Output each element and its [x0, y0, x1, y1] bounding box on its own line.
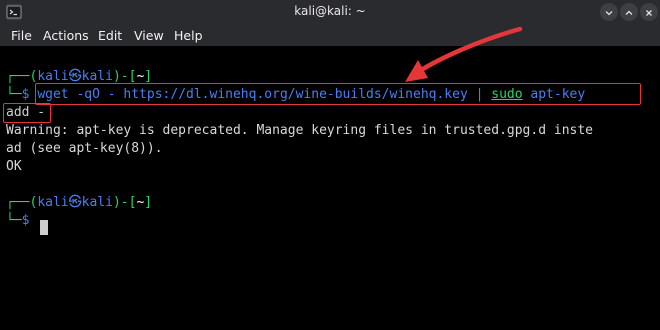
maximize-button[interactable]	[620, 3, 638, 21]
menu-bar: File Actions Edit View Help	[0, 24, 660, 46]
output-line: ad (see apt-key(8)).	[6, 141, 163, 156]
terminal-window: kali@kali: ~ File Actions Edit View Help…	[0, 0, 660, 330]
close-button[interactable]	[640, 3, 658, 21]
minimize-icon	[604, 3, 614, 22]
terminal-area[interactable]: ┌──(kali㉿kali)-[~] └─$ wget -qO - https:…	[0, 46, 660, 330]
close-icon	[644, 3, 654, 22]
prompt-header: ┌──(kali㉿kali)-[~]	[6, 195, 153, 210]
menu-edit[interactable]: Edit	[98, 28, 122, 43]
title-bar[interactable]: kali@kali: ~	[0, 0, 660, 24]
menu-file[interactable]: File	[11, 28, 32, 43]
menu-help[interactable]: Help	[174, 28, 203, 43]
minimize-button[interactable]	[600, 3, 618, 21]
command-highlight-box	[35, 83, 641, 105]
prompt-input-line: └─$	[6, 213, 30, 228]
output-line: Warning: apt-key is deprecated. Manage k…	[6, 123, 593, 138]
menu-actions[interactable]: Actions	[43, 28, 89, 43]
menu-view[interactable]: View	[134, 28, 164, 43]
output-line: OK	[6, 159, 22, 174]
text-cursor	[40, 220, 48, 235]
maximize-icon	[624, 3, 634, 22]
window-title: kali@kali: ~	[294, 4, 366, 18]
continuation-highlight-box	[3, 103, 51, 123]
